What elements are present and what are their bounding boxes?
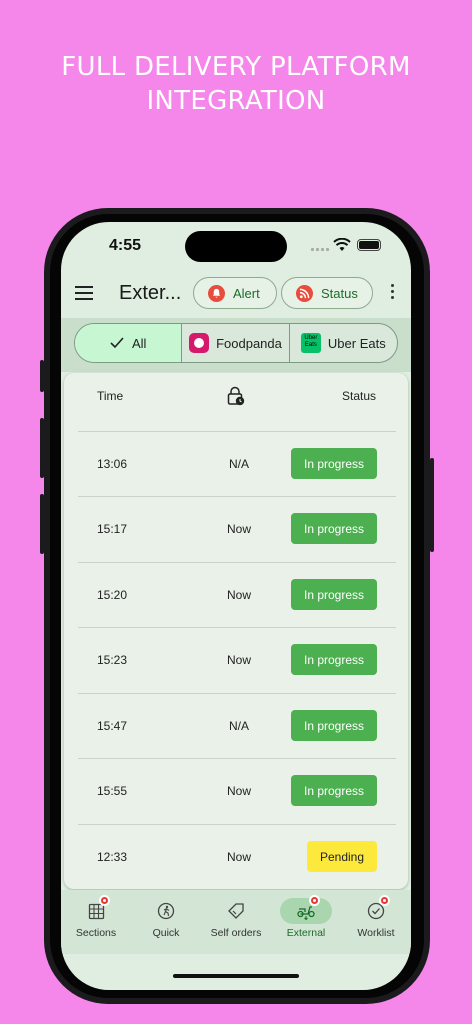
status-badge[interactable]: In progress bbox=[291, 775, 377, 806]
rss-feed-icon bbox=[296, 284, 313, 302]
table-row[interactable]: 15:55 Now In progress bbox=[78, 758, 396, 823]
row-time: 15:17 bbox=[97, 522, 128, 536]
wifi-icon bbox=[333, 238, 351, 251]
row-time: 15:47 bbox=[97, 719, 128, 733]
table-row[interactable]: 15:47 N/A In progress bbox=[78, 693, 396, 758]
row-time: 13:06 bbox=[97, 457, 128, 471]
tab-foodpanda-label: Foodpanda bbox=[216, 335, 282, 351]
nav-quick-label: Quick bbox=[152, 927, 180, 939]
row-eta: Now bbox=[226, 522, 251, 536]
page-title: Exter... bbox=[119, 282, 182, 304]
ubereats-logo-icon: Uber Eats bbox=[300, 333, 321, 353]
status-badge[interactable]: In progress bbox=[291, 448, 377, 479]
nav-sections[interactable]: Sections bbox=[61, 895, 131, 939]
check-icon bbox=[110, 337, 124, 349]
tab-foodpanda[interactable]: Foodpanda bbox=[182, 324, 290, 362]
tab-ubereats-label: Uber Eats bbox=[327, 335, 386, 351]
status-button[interactable]: Status bbox=[281, 277, 373, 309]
headline-line-1: FULL DELIVERY PLATFORM bbox=[61, 52, 411, 82]
cellular-signal-icon bbox=[311, 248, 329, 251]
table-header: Time Status bbox=[64, 373, 408, 431]
tag-icon bbox=[228, 903, 244, 919]
clock: 4:55 bbox=[109, 237, 142, 254]
notification-dot bbox=[309, 895, 320, 906]
row-time: 12:33 bbox=[97, 850, 128, 864]
nav-self-orders-label: Self orders bbox=[210, 927, 262, 939]
tab-ubereats[interactable]: Uber Eats Uber Eats bbox=[290, 324, 397, 362]
alert-button[interactable]: Alert bbox=[193, 277, 277, 309]
row-eta: N/A bbox=[228, 719, 249, 733]
row-time: 15:23 bbox=[97, 653, 128, 667]
hamburger-menu-icon[interactable] bbox=[75, 286, 93, 302]
tab-all-label: All bbox=[131, 335, 147, 351]
nav-external-label: External bbox=[286, 927, 326, 939]
column-header-status: Status bbox=[342, 389, 377, 403]
status-bar: 4:55 bbox=[61, 222, 411, 272]
battery-icon bbox=[357, 239, 381, 251]
app-bar: Exter... Alert Status bbox=[61, 272, 411, 320]
status-badge[interactable]: In progress bbox=[291, 579, 377, 610]
table-row[interactable]: 15:17 Now In progress bbox=[78, 496, 396, 561]
column-header-time: Time bbox=[97, 389, 124, 403]
row-time: 15:55 bbox=[97, 784, 128, 798]
more-options-icon[interactable] bbox=[391, 284, 395, 302]
notification-dot bbox=[379, 895, 390, 906]
nav-quick[interactable]: Quick bbox=[131, 898, 201, 939]
status-badge[interactable]: In progress bbox=[291, 513, 377, 544]
nav-self-orders[interactable]: Self orders bbox=[201, 898, 271, 939]
nav-worklist-label: Worklist bbox=[357, 927, 395, 939]
lock-clock-icon bbox=[227, 386, 245, 406]
foodpanda-logo-icon bbox=[189, 333, 210, 353]
table-row[interactable]: 13:06 N/A In progress bbox=[78, 431, 396, 496]
platform-filter-bar: All Foodpanda Uber Eats Uber Eats bbox=[61, 318, 411, 372]
headline-line-2: INTEGRATION bbox=[146, 86, 326, 116]
status-badge[interactable]: In progress bbox=[291, 644, 377, 675]
row-eta: Now bbox=[226, 653, 251, 667]
status-badge[interactable]: In progress bbox=[291, 710, 377, 741]
nav-external[interactable]: External bbox=[271, 895, 341, 939]
nav-worklist[interactable]: Worklist bbox=[341, 895, 411, 939]
platform-segmented-control: All Foodpanda Uber Eats Uber Eats bbox=[74, 323, 398, 363]
row-time: 15:20 bbox=[97, 588, 128, 602]
table-row[interactable]: 15:20 Now In progress bbox=[78, 562, 396, 627]
status-badge[interactable]: Pending bbox=[307, 841, 377, 872]
notification-dot bbox=[99, 895, 110, 906]
status-button-label: Status bbox=[321, 285, 358, 301]
row-eta: Now bbox=[226, 850, 251, 864]
app-screen: 4:55 Exter... Alert Status All Foodpanda… bbox=[61, 222, 411, 990]
orders-table: Time Status 13:06 N/A In progress 15:17 … bbox=[64, 373, 408, 889]
dynamic-island bbox=[185, 231, 287, 262]
tab-all[interactable]: All bbox=[75, 324, 183, 362]
nav-sections-label: Sections bbox=[75, 927, 117, 939]
table-row[interactable]: 15:23 Now In progress bbox=[78, 627, 396, 692]
running-icon bbox=[157, 902, 175, 920]
bottom-navigation: Sections Quick Self orders External Work… bbox=[61, 890, 411, 954]
alert-button-label: Alert bbox=[233, 285, 260, 301]
row-eta: Now bbox=[226, 588, 251, 602]
phone-power-button bbox=[430, 458, 434, 552]
row-eta: N/A bbox=[228, 457, 249, 471]
home-indicator[interactable] bbox=[173, 974, 299, 978]
bell-icon bbox=[208, 284, 225, 302]
row-eta: Now bbox=[226, 784, 251, 798]
promo-headline: FULL DELIVERY PLATFORM INTEGRATION bbox=[0, 50, 472, 118]
table-row[interactable]: 12:33 Now Pending bbox=[78, 824, 396, 889]
